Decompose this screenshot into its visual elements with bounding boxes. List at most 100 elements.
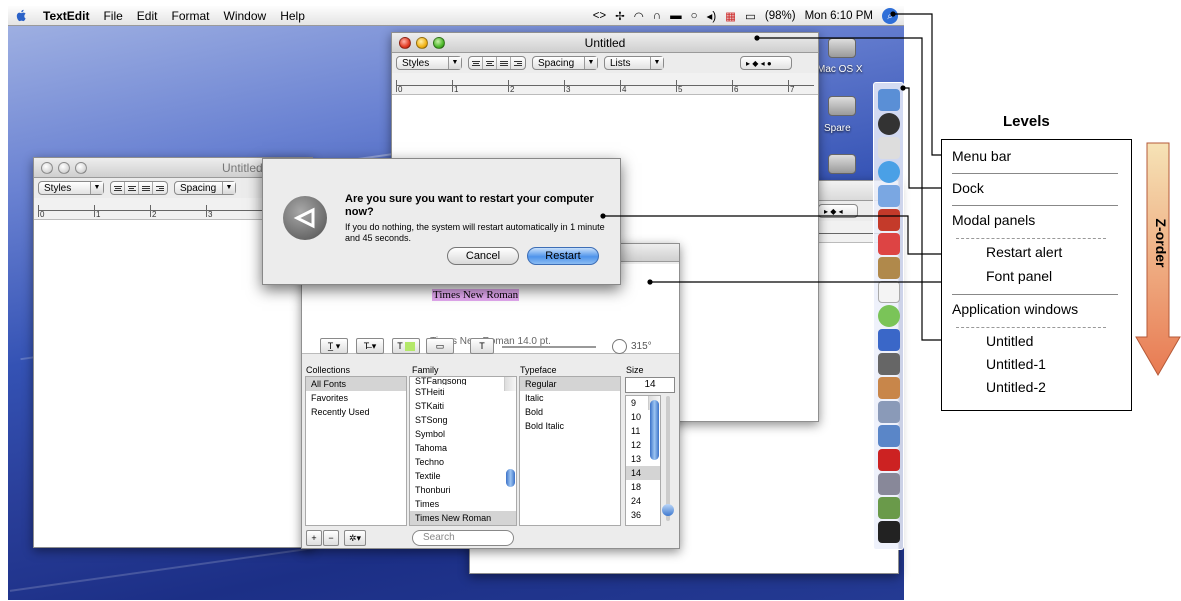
itunes-icon[interactable] bbox=[878, 305, 900, 327]
list-item[interactable]: STHeiti bbox=[410, 385, 516, 399]
menu-edit[interactable]: Edit bbox=[137, 9, 158, 23]
volume-icon[interactable]: ◂) bbox=[707, 9, 717, 23]
list-item[interactable]: Recently Used bbox=[306, 405, 406, 419]
align-center-icon[interactable] bbox=[483, 57, 497, 69]
minimize-icon[interactable] bbox=[58, 162, 70, 174]
family-list[interactable]: STFangsong STHeiti STKaiti STSong Symbol… bbox=[409, 376, 517, 526]
scrollbar[interactable] bbox=[504, 377, 516, 487]
tab-stops-control[interactable]: ▸ ◆ ◂ ● bbox=[740, 56, 792, 70]
mail-icon[interactable] bbox=[878, 137, 900, 159]
photo-icon[interactable] bbox=[878, 377, 900, 399]
preview-icon[interactable] bbox=[878, 473, 900, 495]
list-item[interactable]: 36 bbox=[626, 508, 660, 522]
list-item[interactable]: Tahoma bbox=[410, 441, 516, 455]
size-list[interactable]: 9 10 11 12 13 14 18 24 36 bbox=[625, 395, 661, 526]
status-menus[interactable]: <> ✢ ◠ ∩ ▬ ○ ◂) ▦ ▭ (98%) Mon 6:10 PM ⌕ bbox=[593, 6, 898, 26]
list-item[interactable]: Symbol bbox=[410, 427, 516, 441]
list-item[interactable]: Italic bbox=[520, 391, 620, 405]
lists-popup[interactable]: Lists ▼ bbox=[604, 56, 664, 70]
ichat-icon[interactable] bbox=[878, 185, 900, 207]
list-item[interactable]: Thonburi bbox=[410, 483, 516, 497]
gear-icon[interactable]: ✲▾ bbox=[344, 530, 366, 546]
restart-alert[interactable]: Are you sure you want to restart your co… bbox=[262, 158, 621, 285]
align-right-icon[interactable] bbox=[511, 57, 525, 69]
alignment-control[interactable] bbox=[468, 56, 526, 70]
wifi-icon[interactable]: ◠ bbox=[634, 9, 644, 23]
menu-format[interactable]: Format bbox=[171, 9, 209, 23]
acrobat-icon[interactable] bbox=[878, 209, 900, 231]
list-item[interactable]: STFangsong bbox=[410, 377, 516, 385]
list-item[interactable]: All Fonts bbox=[306, 377, 406, 391]
close-icon[interactable] bbox=[399, 37, 411, 49]
text-color-button[interactable]: T bbox=[392, 338, 420, 354]
app-store-icon[interactable] bbox=[878, 425, 900, 447]
spotlight-icon[interactable]: ⌕ bbox=[882, 8, 898, 24]
disk-icon[interactable] bbox=[828, 154, 856, 174]
finder-icon[interactable] bbox=[878, 89, 900, 111]
shadow-sliders[interactable] bbox=[502, 346, 596, 348]
code-icon[interactable]: <> bbox=[593, 10, 606, 22]
ruler[interactable]: 0 1 2 3 4 5 6 7 bbox=[392, 73, 818, 95]
system-preferences-icon[interactable] bbox=[878, 497, 900, 519]
list-item[interactable]: Times bbox=[410, 497, 516, 511]
utility-icon[interactable] bbox=[878, 401, 900, 423]
list-item[interactable]: 14 bbox=[626, 466, 660, 480]
text-underline-button[interactable]: T̲ ▾ bbox=[320, 338, 348, 354]
address-book-icon[interactable] bbox=[878, 257, 900, 279]
size-field[interactable]: 14 bbox=[625, 377, 675, 393]
align-left-icon[interactable] bbox=[469, 57, 483, 69]
size-slider[interactable] bbox=[662, 396, 674, 521]
zoom-icon[interactable] bbox=[75, 162, 87, 174]
scrollbar[interactable] bbox=[648, 396, 660, 460]
list-item[interactable]: Times New Roman bbox=[410, 511, 516, 525]
menu-file[interactable]: File bbox=[103, 9, 122, 23]
flag-icon[interactable]: ▦ bbox=[725, 9, 736, 23]
menu-window[interactable]: Window bbox=[224, 9, 267, 23]
search-field[interactable]: Search bbox=[412, 530, 514, 546]
slider-knob[interactable] bbox=[662, 504, 674, 516]
list-item[interactable]: Favorites bbox=[306, 391, 406, 405]
list-item[interactable]: Textile bbox=[410, 469, 516, 483]
font-panel[interactable]: Times New Roman Times New Roman 14.0 pt.… bbox=[301, 243, 680, 549]
zoom-icon[interactable] bbox=[433, 37, 445, 49]
collections-list[interactable]: All Fonts Favorites Recently Used bbox=[305, 376, 407, 526]
text-strikethrough-button[interactable]: T̶ ▾ bbox=[356, 338, 384, 354]
battery-icon[interactable]: ▭ bbox=[745, 9, 756, 23]
remove-collection-button[interactable]: − bbox=[323, 530, 339, 546]
pen-icon[interactable] bbox=[878, 353, 900, 375]
list-item[interactable]: Techno bbox=[410, 455, 516, 469]
word-icon[interactable] bbox=[878, 329, 900, 351]
terminal-icon[interactable] bbox=[878, 521, 900, 543]
sync-icon[interactable]: ○ bbox=[691, 10, 698, 22]
app-icon[interactable] bbox=[878, 233, 900, 255]
spacing-popup[interactable]: Spacing ▼ bbox=[532, 56, 598, 70]
shadow-angle-dial[interactable] bbox=[612, 339, 627, 354]
typeface-list[interactable]: Regular Italic Bold Bold Italic bbox=[519, 376, 621, 526]
align-right-icon[interactable] bbox=[153, 182, 167, 194]
styles-popup[interactable]: Styles ▼ bbox=[396, 56, 462, 70]
add-collection-button[interactable]: + bbox=[306, 530, 322, 546]
text-shadow-button[interactable]: T bbox=[470, 338, 494, 354]
document-color-button[interactable]: ▭ bbox=[426, 338, 454, 354]
dock[interactable] bbox=[873, 82, 904, 550]
list-item[interactable]: 18 bbox=[626, 480, 660, 494]
apple-icon[interactable] bbox=[14, 8, 29, 23]
align-justify-icon[interactable] bbox=[139, 182, 153, 194]
safari-icon[interactable] bbox=[878, 161, 900, 183]
ical-icon[interactable] bbox=[878, 281, 900, 303]
list-item[interactable]: STSong bbox=[410, 413, 516, 427]
stop-icon[interactable] bbox=[878, 449, 900, 471]
menu-help[interactable]: Help bbox=[280, 9, 305, 23]
styles-popup[interactable]: Styles ▼ bbox=[38, 181, 104, 195]
title-bar[interactable]: Untitled bbox=[392, 33, 818, 53]
minimize-icon[interactable] bbox=[416, 37, 428, 49]
cancel-button[interactable]: Cancel bbox=[447, 247, 519, 265]
align-center-icon[interactable] bbox=[125, 182, 139, 194]
display-icon[interactable]: ▬ bbox=[670, 10, 682, 22]
spacing-popup[interactable]: Spacing ▼ bbox=[174, 181, 236, 195]
list-item[interactable]: STKaiti bbox=[410, 399, 516, 413]
headphones-icon[interactable]: ∩ bbox=[653, 10, 661, 22]
bluetooth-icon[interactable]: ✢ bbox=[615, 9, 625, 23]
list-item[interactable]: 24 bbox=[626, 494, 660, 508]
close-icon[interactable] bbox=[41, 162, 53, 174]
